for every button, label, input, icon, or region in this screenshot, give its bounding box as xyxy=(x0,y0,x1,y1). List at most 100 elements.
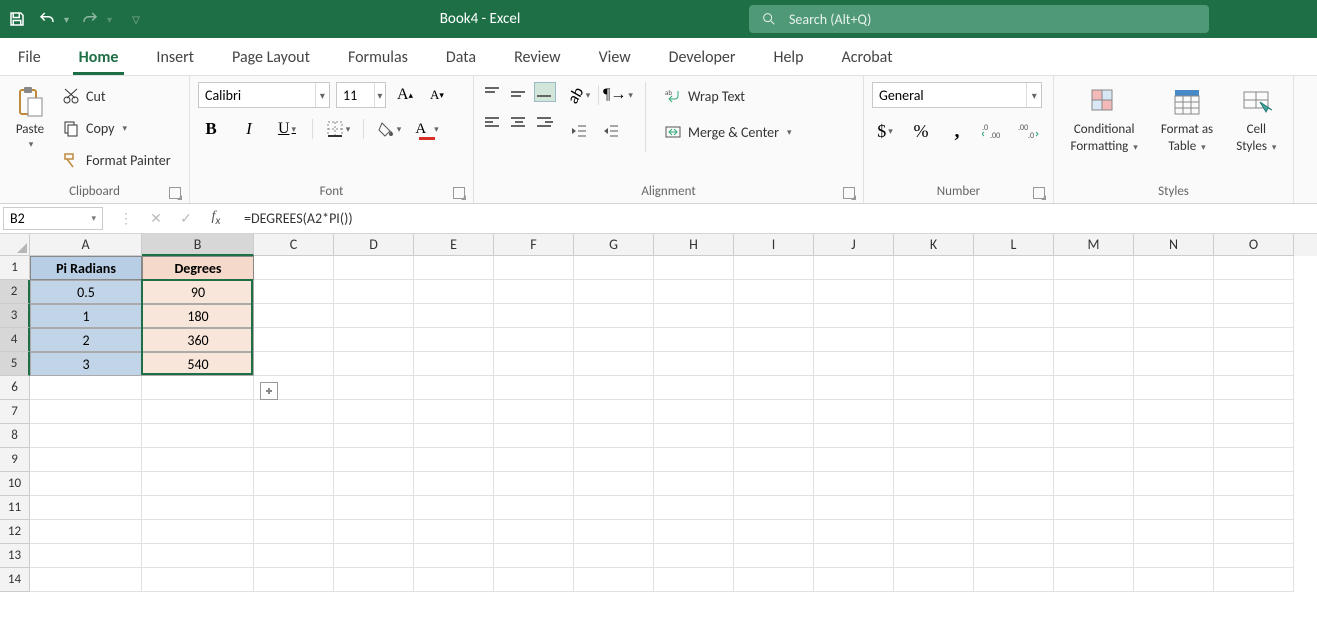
tab-help[interactable]: Help xyxy=(767,42,809,75)
orientation-button[interactable]: ab▾ xyxy=(566,82,592,108)
cell-L2[interactable] xyxy=(974,280,1054,304)
cell-C5[interactable] xyxy=(254,352,334,376)
cell-K9[interactable] xyxy=(894,448,974,472)
cell-D9[interactable] xyxy=(334,448,414,472)
cell-L3[interactable] xyxy=(974,304,1054,328)
row-header-4[interactable]: 4 xyxy=(0,328,30,352)
dialog-launcher-icon[interactable] xyxy=(453,187,465,199)
comma-button[interactable]: , xyxy=(944,118,970,144)
increase-decimal-button[interactable]: .0.00 xyxy=(980,118,1006,144)
col-header-F[interactable]: F xyxy=(494,234,574,256)
cell-N8[interactable] xyxy=(1134,424,1214,448)
cell-A13[interactable] xyxy=(30,544,142,568)
cell-H6[interactable] xyxy=(654,376,734,400)
cell-N14[interactable] xyxy=(1134,568,1214,592)
underline-button[interactable]: U▾ xyxy=(274,116,300,142)
col-header-L[interactable]: L xyxy=(974,234,1054,256)
align-middle-button[interactable] xyxy=(508,82,530,102)
merge-center-button[interactable]: Merge & Center▾ xyxy=(660,118,796,146)
cell-J6[interactable] xyxy=(814,376,894,400)
cell-J2[interactable] xyxy=(814,280,894,304)
cell-O11[interactable] xyxy=(1214,496,1294,520)
cell-A14[interactable] xyxy=(30,568,142,592)
cell-K11[interactable] xyxy=(894,496,974,520)
cell-J8[interactable] xyxy=(814,424,894,448)
cell-O4[interactable] xyxy=(1214,328,1294,352)
copy-button[interactable]: Copy▾ xyxy=(58,114,175,142)
paste-button[interactable]: Paste ▾ xyxy=(8,82,52,152)
cell-H14[interactable] xyxy=(654,568,734,592)
tab-home[interactable]: Home xyxy=(73,42,125,75)
cell-C14[interactable] xyxy=(254,568,334,592)
select-all-corner[interactable] xyxy=(0,234,30,256)
cell-D3[interactable] xyxy=(334,304,414,328)
tab-view[interactable]: View xyxy=(593,42,637,75)
percent-button[interactable]: % xyxy=(908,118,934,144)
cell-L10[interactable] xyxy=(974,472,1054,496)
cell-I7[interactable] xyxy=(734,400,814,424)
cell-G13[interactable] xyxy=(574,544,654,568)
cell-L14[interactable] xyxy=(974,568,1054,592)
cell-D4[interactable] xyxy=(334,328,414,352)
col-header-K[interactable]: K xyxy=(894,234,974,256)
cell-N2[interactable] xyxy=(1134,280,1214,304)
cell-C11[interactable] xyxy=(254,496,334,520)
cell-O13[interactable] xyxy=(1214,544,1294,568)
dropdown-icon[interactable]: ▾ xyxy=(107,13,112,26)
cell-M14[interactable] xyxy=(1054,568,1134,592)
row-header-13[interactable]: 13 xyxy=(0,544,30,568)
formula-input[interactable]: =DEGREES(A2*PI()) xyxy=(236,204,1317,233)
cell-E13[interactable] xyxy=(414,544,494,568)
decrease-indent-button[interactable] xyxy=(566,118,592,144)
font-name-dropdown[interactable]: ▾ xyxy=(198,82,330,108)
col-header-M[interactable]: M xyxy=(1054,234,1134,256)
cell-C10[interactable] xyxy=(254,472,334,496)
enter-icon[interactable]: ✓ xyxy=(174,210,198,227)
format-painter-button[interactable]: Format Painter xyxy=(58,146,175,174)
cell-C7[interactable] xyxy=(254,400,334,424)
cell-M6[interactable] xyxy=(1054,376,1134,400)
row-header-11[interactable]: 11 xyxy=(0,496,30,520)
cell-H9[interactable] xyxy=(654,448,734,472)
cell-I2[interactable] xyxy=(734,280,814,304)
cell-H13[interactable] xyxy=(654,544,734,568)
cell-F14[interactable] xyxy=(494,568,574,592)
cell-K14[interactable] xyxy=(894,568,974,592)
cell-C12[interactable] xyxy=(254,520,334,544)
italic-button[interactable]: I xyxy=(236,116,262,142)
cell-K6[interactable] xyxy=(894,376,974,400)
cell-K1[interactable] xyxy=(894,256,974,280)
format-as-table-button[interactable]: Format asTable ▾ xyxy=(1157,82,1217,156)
cell-D2[interactable] xyxy=(334,280,414,304)
cell-B4[interactable]: 360 xyxy=(142,328,254,352)
cell-C8[interactable] xyxy=(254,424,334,448)
align-bottom-button[interactable] xyxy=(534,82,556,102)
cell-G9[interactable] xyxy=(574,448,654,472)
cell-N7[interactable] xyxy=(1134,400,1214,424)
cell-L4[interactable] xyxy=(974,328,1054,352)
cell-E6[interactable] xyxy=(414,376,494,400)
row-header-12[interactable]: 12 xyxy=(0,520,30,544)
redo-icon[interactable] xyxy=(81,10,99,28)
accounting-format-button[interactable]: $▾ xyxy=(872,118,898,144)
decrease-decimal-button[interactable]: .00.0 xyxy=(1016,118,1042,144)
cell-K10[interactable] xyxy=(894,472,974,496)
font-size-dropdown[interactable]: ▾ xyxy=(336,82,386,108)
cell-L12[interactable] xyxy=(974,520,1054,544)
cell-D13[interactable] xyxy=(334,544,414,568)
cell-C13[interactable] xyxy=(254,544,334,568)
cell-H10[interactable] xyxy=(654,472,734,496)
cell-O7[interactable] xyxy=(1214,400,1294,424)
cell-M7[interactable] xyxy=(1054,400,1134,424)
row-header-9[interactable]: 9 xyxy=(0,448,30,472)
cell-G11[interactable] xyxy=(574,496,654,520)
cell-N12[interactable] xyxy=(1134,520,1214,544)
cell-N10[interactable] xyxy=(1134,472,1214,496)
fx-icon[interactable]: fx xyxy=(204,209,228,228)
increase-indent-button[interactable] xyxy=(598,118,624,144)
cell-F5[interactable] xyxy=(494,352,574,376)
cell-O1[interactable] xyxy=(1214,256,1294,280)
cell-A3[interactable]: 1 xyxy=(30,304,142,328)
cell-I9[interactable] xyxy=(734,448,814,472)
cell-J11[interactable] xyxy=(814,496,894,520)
